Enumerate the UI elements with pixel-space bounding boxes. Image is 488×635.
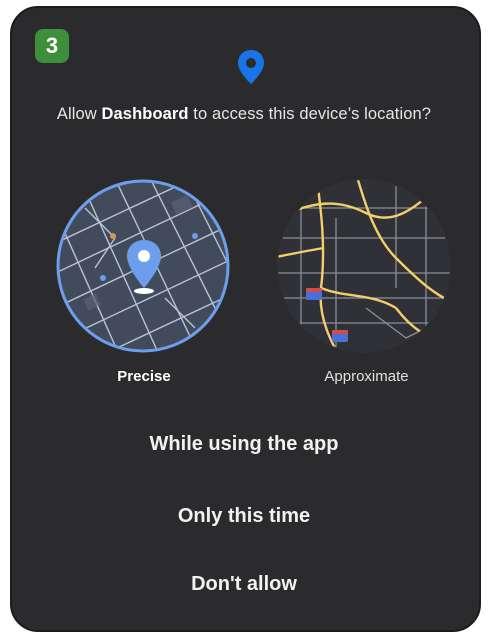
precise-map-icon (56, 179, 230, 353)
precise-label: Precise (117, 368, 171, 385)
question-suffix: to access this device’s location? (188, 105, 432, 123)
step-badge: 3 (35, 29, 69, 63)
only-this-time-button[interactable]: Only this time (0, 505, 488, 528)
screenshot-frame: 3 Allow Dashboard to access this device’… (0, 0, 488, 635)
dont-allow-button[interactable]: Don't allow (0, 573, 488, 596)
approximate-location-option[interactable]: Approximate (270, 178, 455, 393)
approximate-label: Approximate (324, 368, 409, 385)
approximate-map-icon (277, 179, 451, 353)
location-pin-icon (238, 50, 264, 84)
app-name: Dashboard (101, 105, 189, 123)
while-using-app-button[interactable]: While using the app (0, 433, 488, 456)
precise-location-option[interactable]: Precise (55, 178, 235, 393)
permission-question: Allow Dashboard to access this device’s … (0, 105, 488, 124)
question-prefix: Allow (56, 105, 102, 123)
